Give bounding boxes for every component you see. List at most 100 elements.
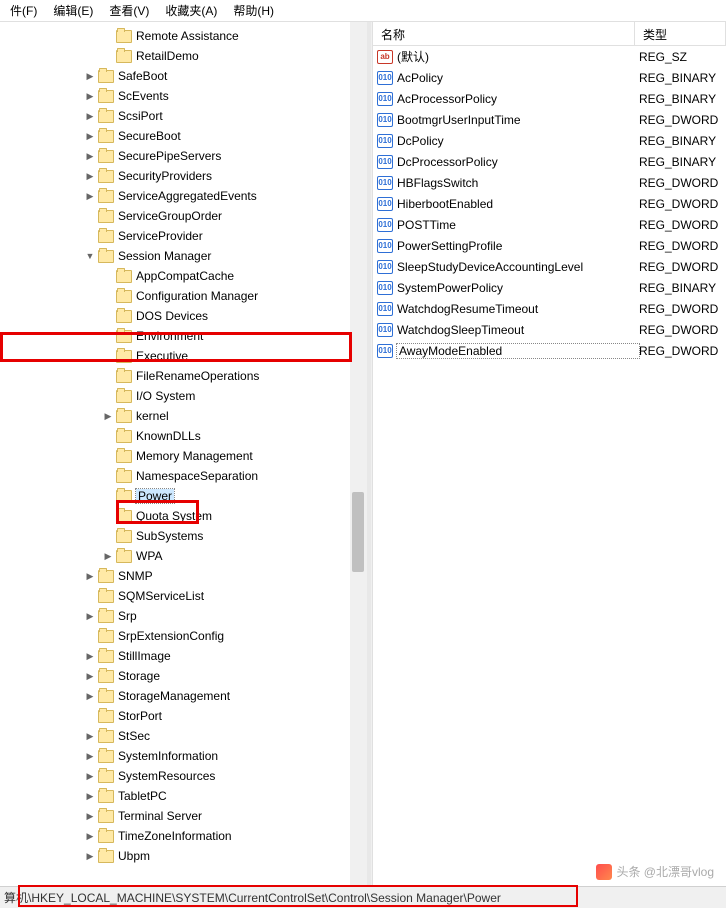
tree-item[interactable]: ▶ServiceAggregatedEvents xyxy=(0,186,366,206)
tree-item[interactable]: ▶StillImage xyxy=(0,646,366,666)
tree-item[interactable]: ▶SubSystems xyxy=(0,526,366,546)
tree-item[interactable]: ▶DOS Devices xyxy=(0,306,366,326)
value-row[interactable]: 010POSTTimeREG_DWORD xyxy=(373,214,726,235)
value-row[interactable]: 010WatchdogSleepTimeoutREG_DWORD xyxy=(373,319,726,340)
tree-item[interactable]: ▶SrpExtensionConfig xyxy=(0,626,366,646)
tree-item[interactable]: ▶SQMServiceList xyxy=(0,586,366,606)
tree-item[interactable]: ▶Terminal Server xyxy=(0,806,366,826)
value-row[interactable]: 010AwayModeEnabledREG_DWORD xyxy=(373,340,726,361)
folder-icon xyxy=(98,170,114,183)
tree-item[interactable]: ▶Environment xyxy=(0,326,366,346)
tree-item[interactable]: ▶SecureBoot xyxy=(0,126,366,146)
chevron-right-icon[interactable]: ▶ xyxy=(84,770,96,782)
tree-item[interactable]: ▶Memory Management xyxy=(0,446,366,466)
tree-item[interactable]: ▶Executive xyxy=(0,346,366,366)
chevron-right-icon[interactable]: ▶ xyxy=(84,90,96,102)
value-type: REG_DWORD xyxy=(639,197,726,211)
chevron-right-icon[interactable]: ▶ xyxy=(84,610,96,622)
tree-item[interactable]: ▶ServiceGroupOrder xyxy=(0,206,366,226)
chevron-right-icon[interactable]: ▶ xyxy=(84,690,96,702)
tree-item-label: StorageManagement xyxy=(118,689,230,703)
chevron-right-icon[interactable]: ▶ xyxy=(84,190,96,202)
splitter[interactable] xyxy=(366,22,372,886)
value-row[interactable]: 010HBFlagsSwitchREG_DWORD xyxy=(373,172,726,193)
chevron-right-icon[interactable]: ▶ xyxy=(84,790,96,802)
chevron-right-icon[interactable]: ▶ xyxy=(84,110,96,122)
tree-item[interactable]: ▶kernel xyxy=(0,406,366,426)
tree-item[interactable]: ▶SystemResources xyxy=(0,766,366,786)
tree-item[interactable]: ▶Configuration Manager xyxy=(0,286,366,306)
tree-item[interactable]: ▶KnownDLLs xyxy=(0,426,366,446)
tree-item[interactable]: ▶ ScEvents xyxy=(0,86,366,106)
chevron-right-icon[interactable]: ▶ xyxy=(84,570,96,582)
tree-item[interactable]: ▶TimeZoneInformation xyxy=(0,826,366,846)
tree-item[interactable]: ▼Session Manager xyxy=(0,246,366,266)
chevron-right-icon[interactable]: ▶ xyxy=(84,170,96,182)
chevron-right-icon[interactable]: ▶ xyxy=(84,150,96,162)
value-row[interactable]: 010AcProcessorPolicyREG_BINARY xyxy=(373,88,726,109)
tree-item[interactable]: ▶SNMP xyxy=(0,566,366,586)
tree-item-label: Memory Management xyxy=(136,449,253,463)
tree-item[interactable]: ▶StorPort xyxy=(0,706,366,726)
value-row[interactable]: 010PowerSettingProfileREG_DWORD xyxy=(373,235,726,256)
chevron-right-icon[interactable]: ▶ xyxy=(102,550,114,562)
folder-icon xyxy=(116,450,132,463)
chevron-right-icon[interactable]: ▶ xyxy=(84,750,96,762)
col-header-type[interactable]: 类型 xyxy=(635,22,726,45)
tree-item[interactable]: ▶Ubpm xyxy=(0,846,366,866)
chevron-down-icon[interactable]: ▼ xyxy=(84,250,96,262)
tree-item[interactable]: ▶SystemInformation xyxy=(0,746,366,766)
tree-item[interactable]: ▶SecurityProviders xyxy=(0,166,366,186)
value-row[interactable]: 010SleepStudyDeviceAccountingLevelREG_DW… xyxy=(373,256,726,277)
tree-item[interactable]: ▶Srp xyxy=(0,606,366,626)
tree-item[interactable]: ▶ScsiPort xyxy=(0,106,366,126)
tree-item[interactable]: ▶SecurePipeServers xyxy=(0,146,366,166)
menu-view[interactable]: 查看(V) xyxy=(101,0,157,21)
tree-item[interactable]: ▶RetailDemo xyxy=(0,46,366,66)
tree-item[interactable]: ▶Quota System xyxy=(0,506,366,526)
tree-item[interactable]: ▶SafeBoot xyxy=(0,66,366,86)
folder-icon xyxy=(98,150,114,163)
tree-item[interactable]: ▶AppCompatCache xyxy=(0,266,366,286)
menu-file[interactable]: 件(F) xyxy=(2,0,45,21)
value-row[interactable]: 010BootmgrUserInputTimeREG_DWORD xyxy=(373,109,726,130)
tree-item[interactable]: ▶Storage xyxy=(0,666,366,686)
chevron-right-icon[interactable]: ▶ xyxy=(84,850,96,862)
menu-help[interactable]: 帮助(H) xyxy=(225,0,282,21)
chevron-right-icon[interactable]: ▶ xyxy=(102,410,114,422)
value-row[interactable]: 010AcPolicyREG_BINARY xyxy=(373,67,726,88)
folder-icon xyxy=(116,550,132,563)
tree-item[interactable]: ▶Power xyxy=(0,486,366,506)
tree-item-label: ScEvents xyxy=(118,89,169,103)
chevron-right-icon[interactable]: ▶ xyxy=(84,730,96,742)
value-name: AwayModeEnabled xyxy=(397,344,639,358)
tree-item-label: Configuration Manager xyxy=(136,289,258,303)
menu-favorites[interactable]: 收藏夹(A) xyxy=(157,0,225,21)
value-row[interactable]: 010SystemPowerPolicyREG_BINARY xyxy=(373,277,726,298)
chevron-right-icon[interactable]: ▶ xyxy=(84,650,96,662)
chevron-right-icon[interactable]: ▶ xyxy=(84,830,96,842)
value-row[interactable]: ab(默认)REG_SZ xyxy=(373,46,726,67)
chevron-right-icon[interactable]: ▶ xyxy=(84,130,96,142)
tree-item[interactable]: ▶NamespaceSeparation xyxy=(0,466,366,486)
chevron-right-icon[interactable]: ▶ xyxy=(84,810,96,822)
chevron-right-icon[interactable]: ▶ xyxy=(84,70,96,82)
menu-edit[interactable]: 编辑(E) xyxy=(45,0,101,21)
value-row[interactable]: 010HiberbootEnabledREG_DWORD xyxy=(373,193,726,214)
tree-scrollbar[interactable] xyxy=(350,22,366,886)
tree-item[interactable]: ▶Remote Assistance xyxy=(0,26,366,46)
value-row[interactable]: 010DcPolicyREG_BINARY xyxy=(373,130,726,151)
tree-item[interactable]: ▶FileRenameOperations xyxy=(0,366,366,386)
value-type: REG_DWORD xyxy=(639,344,726,358)
folder-icon xyxy=(116,410,132,423)
col-header-name[interactable]: 名称 xyxy=(373,22,635,45)
tree-item[interactable]: ▶I/O System xyxy=(0,386,366,406)
tree-item[interactable]: ▶ServiceProvider xyxy=(0,226,366,246)
tree-item[interactable]: ▶TabletPC xyxy=(0,786,366,806)
chevron-right-icon[interactable]: ▶ xyxy=(84,670,96,682)
tree-item[interactable]: ▶StSec xyxy=(0,726,366,746)
tree-item[interactable]: ▶ StorageManagement xyxy=(0,686,366,706)
value-row[interactable]: 010WatchdogResumeTimeoutREG_DWORD xyxy=(373,298,726,319)
value-row[interactable]: 010DcProcessorPolicyREG_BINARY xyxy=(373,151,726,172)
tree-item[interactable]: ▶WPA xyxy=(0,546,366,566)
